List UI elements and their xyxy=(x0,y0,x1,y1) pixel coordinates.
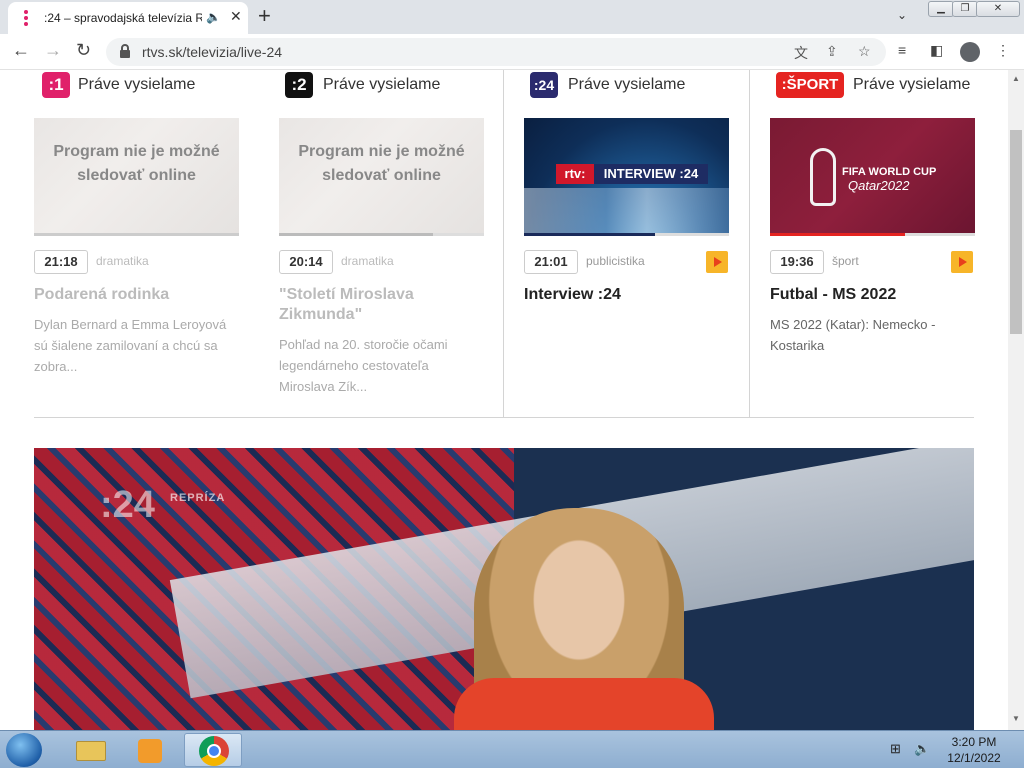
genre-label: publicistika xyxy=(586,254,645,268)
anchor-red-top xyxy=(454,678,714,730)
show-title[interactable]: Podarená rodinka xyxy=(34,285,239,305)
start-time: 19:36 xyxy=(770,250,824,274)
genre-label: dramatika xyxy=(96,254,149,268)
progress-bar xyxy=(34,233,239,236)
progress-bar xyxy=(279,233,433,236)
now-broadcasting-label: Práve vysielame xyxy=(78,76,196,93)
lock-icon xyxy=(120,44,130,58)
translate-icon[interactable]: 文 xyxy=(794,43,808,63)
start-time: 20:14 xyxy=(279,250,333,274)
back-arrow-icon[interactable]: ← xyxy=(12,40,30,61)
chrome-taskbar-button[interactable] xyxy=(184,733,242,767)
progress-bar xyxy=(524,233,655,236)
media-player-icon xyxy=(138,739,162,763)
play-icon xyxy=(714,257,722,267)
genre-label: dramatika xyxy=(341,254,394,268)
genre-label: šport xyxy=(832,254,859,268)
show-title[interactable]: Futbal - MS 2022 xyxy=(770,285,975,305)
card-divider xyxy=(503,70,504,418)
card-divider xyxy=(749,70,750,418)
channel-logo: :ŠPORT xyxy=(776,72,844,98)
close-window-button[interactable]: ✕ xyxy=(976,1,1020,17)
browser-tab-strip: :24 – spravodajská televízia RTVS 🔈 ✕ + … xyxy=(0,0,1024,34)
media-control-icon[interactable]: ≡ xyxy=(898,42,906,58)
show-title[interactable]: Interview :24 xyxy=(524,285,729,305)
rtv-brand: rtv: xyxy=(556,164,594,184)
profile-avatar[interactable] xyxy=(960,42,980,62)
system-clock[interactable]: 3:20 PM 12/1/2022 xyxy=(942,734,1006,766)
earth-graphic xyxy=(524,188,729,236)
browser-toolbar: ← → ↻ rtvs.sk/televizia/live-24 文 ⇪ ☆ ≡ … xyxy=(0,34,1024,70)
progress-bar xyxy=(770,233,905,236)
speaker-icon[interactable]: 🔈 xyxy=(206,10,221,24)
unavailable-message: Program nie je možné sledovať online xyxy=(298,143,465,184)
tab-close-icon[interactable]: ✕ xyxy=(230,8,242,25)
clock-time: 3:20 PM xyxy=(951,735,997,749)
show-brand: INTERVIEW :24 xyxy=(594,164,708,184)
page-scrollbar[interactable]: ▲ ▼ xyxy=(1008,70,1024,730)
now-broadcasting-label: Práve vysielame xyxy=(568,76,686,93)
scroll-down-arrow-icon[interactable]: ▼ xyxy=(1012,714,1020,723)
menu-dots-icon[interactable]: ⋮ xyxy=(996,42,1010,59)
network-icon[interactable]: ⊞ xyxy=(890,741,901,757)
play-button[interactable] xyxy=(951,251,973,273)
section-divider xyxy=(34,417,974,418)
tab-title: :24 – spravodajská televízia RTVS xyxy=(44,11,202,25)
channel-logo: :2 xyxy=(285,72,313,98)
page-content: :1 Práve vysielame Program nie je možné … xyxy=(0,70,1008,730)
scrollbar-thumb[interactable] xyxy=(1010,130,1022,334)
now-broadcasting-label: Práve vysielame xyxy=(323,76,441,93)
reload-icon[interactable]: ↻ xyxy=(76,40,91,61)
start-time: 21:01 xyxy=(524,250,578,274)
folder-icon xyxy=(76,741,106,761)
rtvs-favicon-icon xyxy=(20,10,32,26)
show-description: MS 2022 (Katar): Nemecko - Kostarika xyxy=(770,317,936,353)
chrome-icon xyxy=(199,736,229,766)
program-thumbnail[interactable]: Program nie je možné sledovať online xyxy=(34,118,239,236)
address-bar[interactable]: rtvs.sk/televizia/live-24 文 ⇪ ☆ xyxy=(106,38,886,66)
browser-tab[interactable]: :24 – spravodajská televízia RTVS 🔈 ✕ xyxy=(8,2,248,34)
world-cup-trophy-icon xyxy=(810,148,836,206)
now-broadcasting-label: Práve vysielame xyxy=(853,76,971,93)
tab-search-chevron-icon[interactable]: ⌄ xyxy=(897,8,907,22)
play-icon xyxy=(959,257,967,267)
world-cup-title: FIFA WORLD CUP xyxy=(842,166,937,178)
forward-arrow-icon[interactable]: → xyxy=(44,40,62,61)
url-text: rtvs.sk/televizia/live-24 xyxy=(142,44,283,60)
unavailable-message: Program nie je možné sledovať online xyxy=(53,143,220,184)
rerun-badge: REPRÍZA xyxy=(170,492,226,504)
minimize-button[interactable]: ▁ xyxy=(928,1,954,17)
video-player[interactable]: :24 REPRÍZA xyxy=(34,448,974,730)
clock-date: 12/1/2022 xyxy=(947,751,1001,765)
new-tab-button[interactable]: + xyxy=(258,3,271,29)
program-thumbnail[interactable]: Program nie je možné sledovať online xyxy=(279,118,484,236)
share-icon[interactable]: ⇪ xyxy=(826,43,838,60)
channel-logo: :24 xyxy=(530,72,558,98)
program-thumbnail[interactable]: FIFA WORLD CUP Qatar2022 xyxy=(770,118,975,236)
program-thumbnail[interactable]: rtv: INTERVIEW :24 xyxy=(524,118,729,236)
channel-watermark: :24 xyxy=(100,484,155,526)
maximize-button[interactable]: ❐ xyxy=(952,1,978,17)
file-explorer-taskbar-button[interactable] xyxy=(62,733,120,767)
start-time: 21:18 xyxy=(34,250,88,274)
media-player-taskbar-button[interactable] xyxy=(122,733,180,767)
show-description: Pohľad na 20. storočie očami legendárneh… xyxy=(279,337,448,394)
show-title[interactable]: "Století Miroslava Zikmunda" xyxy=(279,285,484,325)
volume-icon[interactable]: 🔈 xyxy=(914,741,930,757)
play-button[interactable] xyxy=(706,251,728,273)
start-button[interactable] xyxy=(6,733,42,767)
windows-taskbar: ⊞ 🔈 3:20 PM 12/1/2022 xyxy=(0,730,1024,768)
bookmark-star-icon[interactable]: ☆ xyxy=(858,43,871,60)
world-cup-subtitle: Qatar2022 xyxy=(848,178,910,193)
scroll-up-arrow-icon[interactable]: ▲ xyxy=(1012,74,1020,83)
channel-logo: :1 xyxy=(42,72,70,98)
side-panel-icon[interactable]: ◧ xyxy=(930,42,943,59)
show-description: Dylan Bernard a Emma Leroyová sú šialene… xyxy=(34,317,227,374)
